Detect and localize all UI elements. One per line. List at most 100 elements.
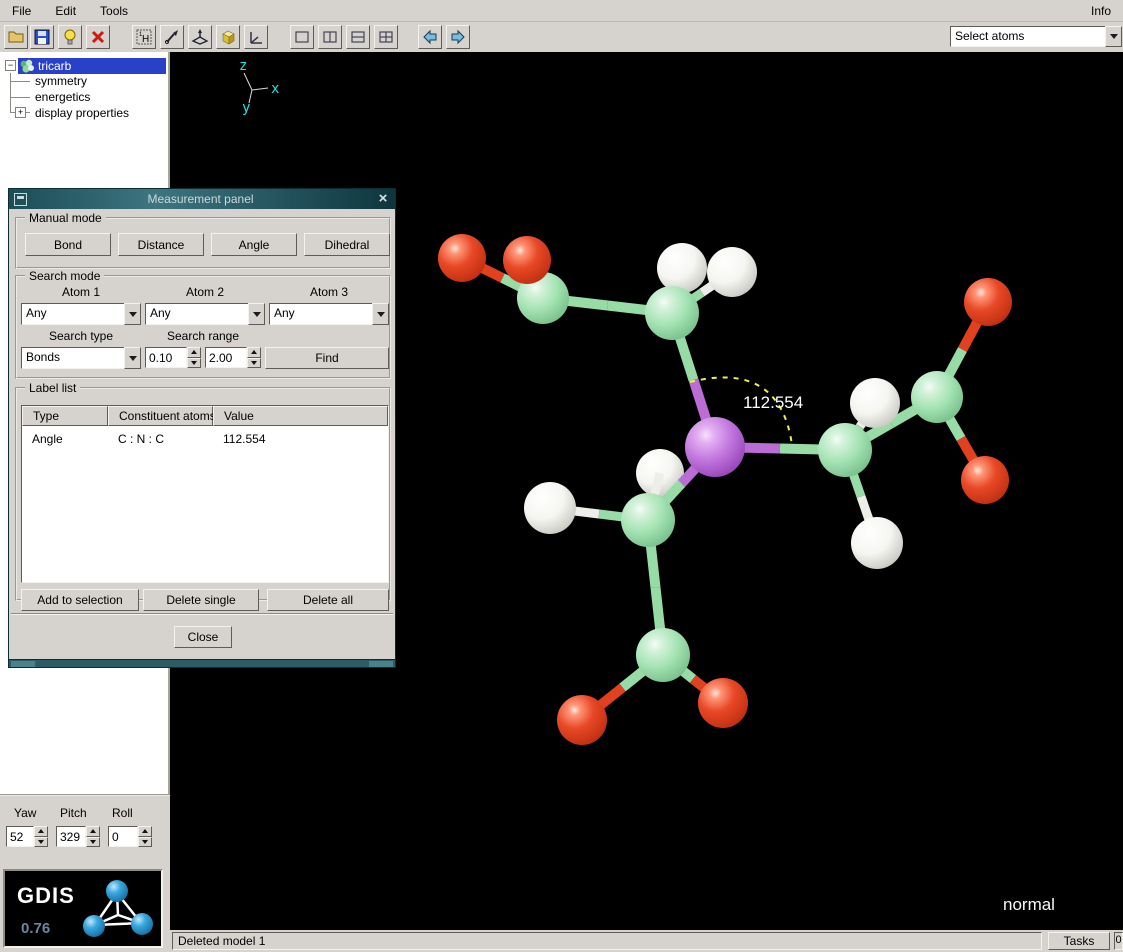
- spin-up-button[interactable]: [34, 826, 48, 837]
- atom-O[interactable]: [503, 236, 551, 284]
- atom-H[interactable]: [524, 482, 576, 534]
- spin-up-button[interactable]: [86, 826, 100, 837]
- atom3-value[interactable]: Any: [269, 303, 372, 325]
- spin-down-button[interactable]: [34, 837, 48, 848]
- spin-up-button[interactable]: [247, 347, 261, 358]
- spin-down-button[interactable]: [86, 837, 100, 848]
- measure-tool-button[interactable]: [160, 25, 184, 49]
- spin-down-button[interactable]: [138, 837, 152, 848]
- atom-O[interactable]: [557, 695, 607, 745]
- forward-button[interactable]: [446, 25, 470, 49]
- dihedral-button[interactable]: Dihedral: [304, 233, 390, 256]
- column-header-constituent-atoms[interactable]: Constituent atoms: [108, 406, 213, 426]
- add-to-selection-button[interactable]: Add to selection: [21, 589, 139, 611]
- search-type-dropdown-button[interactable]: [124, 347, 141, 369]
- pitch-spinbox[interactable]: [56, 826, 100, 847]
- atom-C[interactable]: [645, 286, 699, 340]
- pane-quad-button[interactable]: [374, 25, 398, 49]
- spin-up-button[interactable]: [187, 347, 201, 358]
- axes-toggle-button[interactable]: [244, 25, 268, 49]
- render-button[interactable]: [216, 25, 240, 49]
- atom-O[interactable]: [961, 456, 1009, 504]
- tree-item-display-properties[interactable]: display properties: [32, 105, 132, 121]
- yaw-spin-buttons[interactable]: [34, 826, 48, 847]
- close-icon[interactable]: ×: [374, 191, 392, 207]
- tree-item-symmetry[interactable]: symmetry: [32, 73, 90, 89]
- atom3-combo[interactable]: Any: [269, 303, 389, 325]
- range-max-input[interactable]: [205, 347, 247, 368]
- menu-tools[interactable]: Tools: [88, 2, 140, 20]
- atom-H[interactable]: [707, 247, 757, 297]
- pitch-spin-buttons[interactable]: [86, 826, 100, 847]
- pane-vsplit-button[interactable]: [318, 25, 342, 49]
- atom2-value[interactable]: Any: [145, 303, 248, 325]
- range-max-spinbox[interactable]: [205, 347, 261, 368]
- search-type-combo[interactable]: Bonds: [21, 347, 141, 369]
- yaw-input[interactable]: [6, 826, 34, 847]
- spin-down-button[interactable]: [247, 358, 261, 369]
- range-min-spinbox[interactable]: [145, 347, 201, 368]
- yaw-spinbox[interactable]: [6, 826, 48, 847]
- atom1-combo[interactable]: Any: [21, 303, 141, 325]
- tree-expand-box[interactable]: +: [15, 107, 26, 118]
- hydrogen-tool-button[interactable]: 1 H: [132, 25, 156, 49]
- select-atoms-dropdown-button[interactable]: [1105, 26, 1122, 47]
- roll-spin-buttons[interactable]: [138, 826, 152, 847]
- tree-collapse-box[interactable]: −: [5, 60, 16, 71]
- atom-H[interactable]: [851, 517, 903, 569]
- spin-down-button[interactable]: [187, 358, 201, 369]
- select-atoms-combo[interactable]: Select atoms: [950, 26, 1122, 47]
- atom-O[interactable]: [698, 678, 748, 728]
- angle-button[interactable]: Angle: [211, 233, 297, 256]
- distance-button[interactable]: Distance: [118, 233, 204, 256]
- atom2-dropdown-button[interactable]: [248, 303, 265, 325]
- atom-O[interactable]: [964, 278, 1012, 326]
- tree-item-tricarb[interactable]: tricarb: [18, 58, 166, 74]
- measurement-panel-titlebar[interactable]: Measurement panel ×: [9, 189, 395, 209]
- menu-edit[interactable]: Edit: [43, 2, 88, 20]
- delete-button[interactable]: [86, 25, 110, 49]
- select-atoms-value[interactable]: Select atoms: [950, 26, 1105, 47]
- atom-C[interactable]: [636, 628, 690, 682]
- atom1-value[interactable]: Any: [21, 303, 124, 325]
- bond-C-H[interactable]: [654, 473, 660, 497]
- atom-N[interactable]: [685, 417, 745, 477]
- atom-C[interactable]: [911, 371, 963, 423]
- roll-spinbox[interactable]: [108, 826, 152, 847]
- atom-C[interactable]: [621, 493, 675, 547]
- save-button[interactable]: [30, 25, 54, 49]
- tree-item-energetics[interactable]: energetics: [32, 89, 93, 105]
- find-button[interactable]: Find: [265, 347, 389, 369]
- atom-H[interactable]: [850, 378, 900, 428]
- delete-single-button[interactable]: Delete single: [143, 589, 259, 611]
- search-type-value[interactable]: Bonds: [21, 347, 124, 369]
- atom2-combo[interactable]: Any: [145, 303, 265, 325]
- bond-button[interactable]: Bond: [25, 233, 111, 256]
- range-min-input[interactable]: [145, 347, 187, 368]
- spin-up-button[interactable]: [138, 826, 152, 837]
- pane-hsplit-button[interactable]: [346, 25, 370, 49]
- atom3-dropdown-button[interactable]: [372, 303, 389, 325]
- atom-C[interactable]: [818, 423, 872, 477]
- atom-H[interactable]: [657, 243, 707, 293]
- delete-all-button[interactable]: Delete all: [267, 589, 389, 611]
- close-button[interactable]: Close: [174, 626, 232, 648]
- atom-O[interactable]: [438, 234, 486, 282]
- back-button[interactable]: [418, 25, 442, 49]
- menu-file[interactable]: File: [0, 2, 43, 20]
- range-min-spin-buttons[interactable]: [187, 347, 201, 368]
- atom1-dropdown-button[interactable]: [124, 303, 141, 325]
- roll-input[interactable]: [108, 826, 138, 847]
- plane-tool-button[interactable]: [188, 25, 212, 49]
- hint-button[interactable]: [58, 25, 82, 49]
- pitch-input[interactable]: [56, 826, 86, 847]
- tasks-button[interactable]: Tasks: [1048, 932, 1110, 950]
- column-header-type[interactable]: Type: [22, 406, 108, 426]
- menu-info[interactable]: Info: [1079, 2, 1123, 20]
- open-button[interactable]: [4, 25, 28, 49]
- range-max-spin-buttons[interactable]: [247, 347, 261, 368]
- window-menu-icon[interactable]: [14, 193, 27, 206]
- pane-single-button[interactable]: [290, 25, 314, 49]
- column-header-value[interactable]: Value: [213, 406, 388, 426]
- window-resize-bar[interactable]: [9, 659, 395, 667]
